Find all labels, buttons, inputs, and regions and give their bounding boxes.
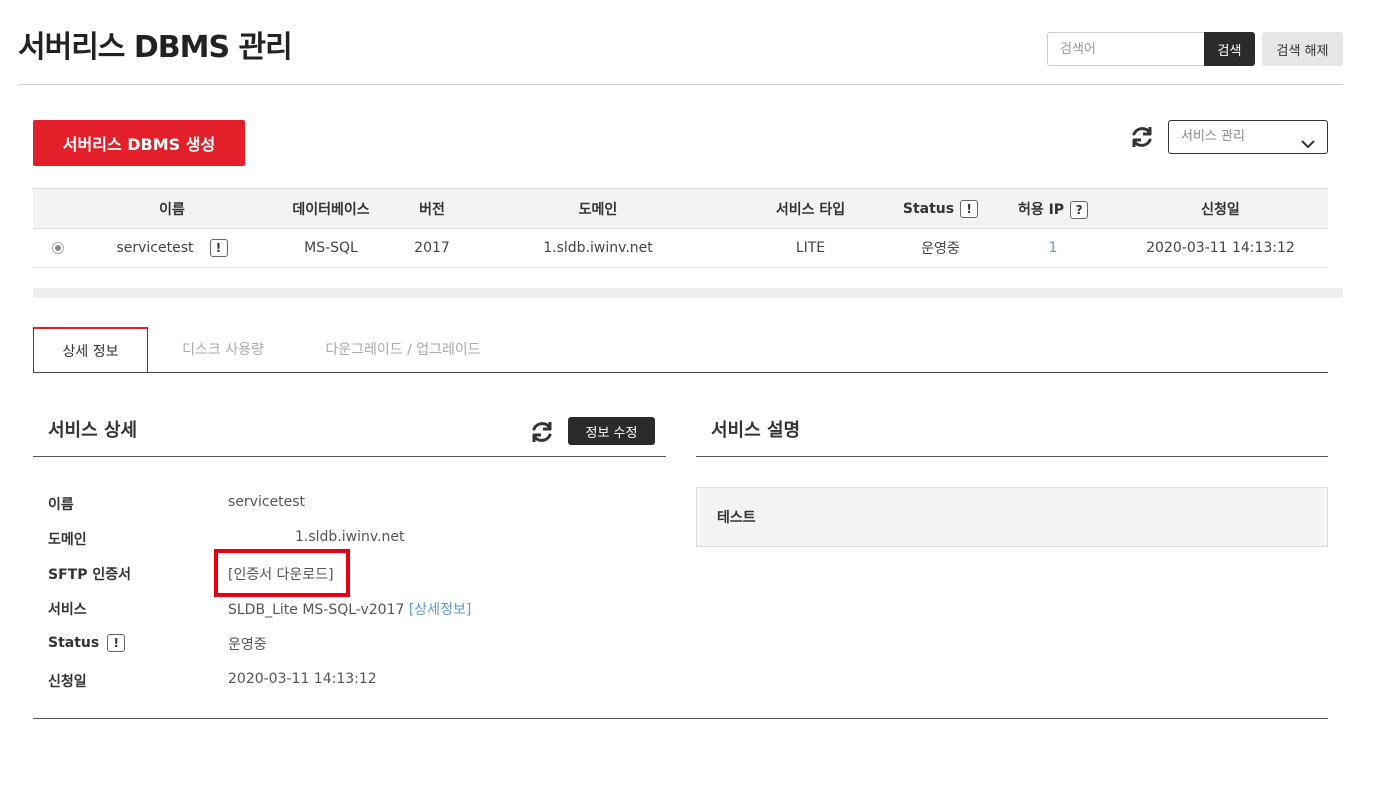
col-status: Status! (888, 188, 993, 229)
title-divider (18, 84, 1343, 85)
select-value: 서비스 관리 (1181, 129, 1245, 144)
row-database: MS-SQL (261, 228, 401, 268)
edit-info-button[interactable]: 정보 수정 (568, 417, 655, 445)
service-description-title: 서비스 설명 (711, 420, 801, 441)
col-service-type: 서비스 타입 (733, 188, 888, 229)
col-version: 버전 (401, 188, 463, 229)
row-domain: 1.sldb.iwinv.net (463, 228, 733, 268)
row-service-type: LITE (733, 228, 888, 268)
status-info-icon[interactable]: ! (960, 199, 979, 218)
value-date: 2020-03-11 14:13:12 (228, 671, 377, 687)
label-domain: 도메인 (48, 532, 87, 548)
dbms-table: 이름 데이터베이스 버전 도메인 서비스 타입 Status! 허용 IP? 신… (33, 188, 1328, 268)
value-service: SLDB_Lite MS-SQL-v2017 [상세정보] (228, 602, 472, 618)
tab-disk-usage[interactable]: 디스크 사용량 (163, 327, 283, 372)
label-name: 이름 (48, 497, 74, 513)
label-service: 서비스 (48, 602, 87, 618)
tab-detail-info[interactable]: 상세 정보 (33, 327, 148, 372)
clear-search-button[interactable]: 검색 해제 (1262, 32, 1343, 66)
label-sftp: SFTP 인증서 (48, 567, 131, 583)
create-dbms-button[interactable]: 서버리스 DBMS 생성 (33, 120, 245, 166)
refresh-detail-icon[interactable] (529, 419, 555, 445)
col-select (33, 188, 83, 229)
description-box: 테스트 (696, 487, 1328, 547)
detail-divider (33, 456, 666, 457)
label-status: Status! (48, 634, 126, 652)
service-detail-title: 서비스 상세 (48, 420, 138, 441)
status-info-icon[interactable]: ! (107, 634, 126, 652)
chevron-down-icon (1301, 130, 1315, 162)
row-radio[interactable] (52, 242, 64, 254)
service-management-select[interactable]: 서비스 관리 (1168, 120, 1328, 154)
row-status: 운영중 (888, 228, 993, 268)
row-version: 2017 (401, 228, 463, 268)
col-name: 이름 (83, 188, 261, 229)
value-domain: 1.sldb.iwinv.net (295, 529, 405, 545)
detail-tabs: 상세 정보 디스크 사용량 다운그레이드 / 업그레이드 (33, 327, 1328, 373)
row-name: servicetest (116, 240, 194, 256)
tab-downgrade-upgrade[interactable]: 다운그레이드 / 업그레이드 (313, 327, 493, 372)
value-name: servicetest (228, 494, 306, 510)
page-title: 서버리스 DBMS 관리 (18, 30, 293, 65)
refresh-list-icon[interactable] (1129, 124, 1155, 150)
search-button[interactable]: 검색 (1204, 32, 1255, 66)
allowed-ip-link[interactable]: 1 (1049, 240, 1058, 256)
description-divider (696, 456, 1328, 457)
highlight-box (214, 549, 350, 597)
section-divider (33, 288, 1343, 298)
service-detail-link[interactable]: [상세정보] (409, 602, 471, 618)
table-header-row: 이름 데이터베이스 버전 도메인 서비스 타입 Status! 허용 IP? 신… (33, 188, 1328, 229)
name-info-icon[interactable]: ! (209, 239, 228, 257)
help-icon[interactable]: ? (1070, 200, 1089, 219)
col-allowed-ip: 허용 IP? (993, 188, 1113, 229)
col-date: 신청일 (1113, 188, 1328, 229)
bottom-divider (33, 718, 1328, 719)
col-domain: 도메인 (463, 188, 733, 229)
label-date: 신청일 (48, 674, 87, 690)
value-status: 운영중 (228, 637, 267, 653)
search-input[interactable] (1047, 32, 1205, 66)
col-database: 데이터베이스 (261, 188, 401, 229)
table-row[interactable]: servicetest! MS-SQL 2017 1.sldb.iwinv.ne… (33, 228, 1328, 268)
row-date: 2020-03-11 14:13:12 (1113, 228, 1328, 268)
